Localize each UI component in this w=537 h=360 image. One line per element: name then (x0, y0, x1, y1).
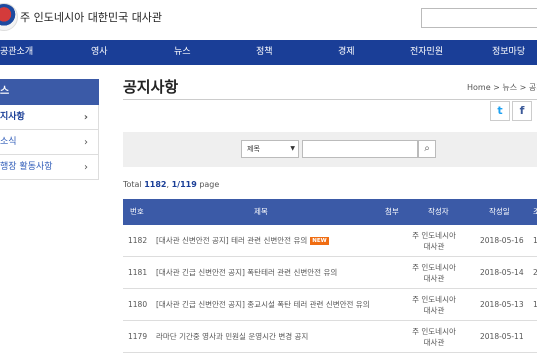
chevron-right-icon: › (84, 162, 88, 173)
nav-item-info[interactable]: 정보마당 (492, 40, 525, 65)
table-header: 번호 제목 첨부 작성자 작성일 조 (123, 199, 537, 225)
total-number: 1182 (144, 180, 167, 189)
search-field-select-value: 제목 (247, 145, 260, 153)
nav-item-e-civil[interactable]: 전자민원 (410, 40, 443, 65)
row-author: 주 인도네시아 대사관 (412, 231, 456, 251)
row-subject-text: [대사관 신변안전 공지] 테러 관련 신변안전 유의 (156, 236, 308, 245)
search-field-select[interactable]: 제목 ▼ (241, 140, 299, 158)
column-no: 번호 (130, 207, 144, 216)
column-hits: 조 (533, 207, 537, 216)
row-subject-link[interactable]: [대사관 신변안전 공지] 테러 관련 신변안전 유의 NEW (156, 225, 329, 257)
nav-item-policy[interactable]: 정책 (256, 40, 273, 65)
new-badge: NEW (310, 237, 329, 245)
embassy-logo[interactable] (0, 3, 18, 31)
nav-item-economy[interactable]: 경제 (338, 40, 355, 65)
row-subject-link[interactable]: [대사관 긴급 신변안전 공지] 종교시설 폭탄 테러 관련 신변안전 유의 (156, 289, 370, 321)
row-number: 1179 (128, 332, 148, 341)
nav-item-about[interactable]: 공관소개 (0, 40, 33, 65)
search-input[interactable] (302, 140, 418, 158)
twitter-icon[interactable]: t (490, 101, 510, 121)
row-hits: 2 (533, 268, 537, 277)
top-search-input[interactable] (421, 8, 537, 28)
site-title[interactable]: 주 인도네시아 대한민국 대사관 (20, 9, 162, 25)
row-subject-link[interactable]: [대사관 긴급 신변안전 공지] 폭탄테러 관련 신변안전 유의 (156, 257, 337, 289)
total-prefix: Total (123, 180, 145, 189)
sidebar-item-label: 지사항 (0, 112, 25, 122)
facebook-icon[interactable]: f (512, 101, 532, 121)
row-subject-link[interactable]: 라마단 기간중 영사과 민원실 운영시간 변경 공지 (156, 321, 308, 353)
row-author: 주 인도네시아 대사관 (412, 263, 456, 283)
sidebar-item-ambassador-activities[interactable]: 행장 활동사항 › (0, 155, 99, 180)
row-hits: 1 (533, 236, 537, 245)
column-author: 작성자 (428, 207, 449, 216)
table-row: 1182 [대사관 신변안전 공지] 테러 관련 신변안전 유의 NEW 주 인도… (123, 225, 537, 257)
row-number: 1182 (128, 236, 148, 245)
total-suffix: page (196, 180, 220, 189)
column-date: 작성일 (489, 207, 510, 216)
nav-item-news[interactable]: 뉴스 (174, 40, 191, 65)
sidebar-item-notice[interactable]: 지사항 › (0, 105, 99, 130)
sidebar-item-label: 행장 활동사항 (0, 162, 53, 172)
chevron-right-icon: › (84, 137, 88, 148)
row-date: 2018-05-13 (480, 300, 524, 309)
row-number: 1180 (128, 300, 148, 309)
sidebar-heading: 스 (0, 79, 99, 105)
nav-item-consular[interactable]: 영사 (91, 40, 108, 65)
breadcrumb: Home > 뉴스 > 공지 (467, 83, 537, 92)
row-author: 주 인도네시아 대사관 (412, 327, 456, 347)
column-file: 첨부 (385, 207, 399, 216)
table-row: 1179 라마단 기간중 영사과 민원실 운영시간 변경 공지 주 인도네시아 … (123, 321, 537, 353)
row-number: 1181 (128, 268, 148, 277)
page-title: 공지사항 (123, 78, 179, 96)
site-header: 주 인도네시아 대한민국 대사관 (0, 0, 537, 38)
total-count: Total 1182, 1/119 page (123, 180, 219, 189)
search-icon[interactable]: ⌕ (418, 140, 436, 158)
chevron-right-icon: › (83, 112, 88, 123)
sidebar-item-label: 소식 (0, 137, 17, 147)
table-row: 1180 [대사관 긴급 신변안전 공지] 종교시설 폭탄 테러 관련 신변안전… (123, 289, 537, 321)
column-subject: 제목 (254, 207, 268, 216)
main-nav: 공관소개 영사 뉴스 정책 경제 전자민원 정보마당 (0, 40, 537, 65)
row-author: 주 인도네시아 대사관 (412, 295, 456, 315)
row-date: 2018-05-14 (480, 268, 524, 277)
caret-down-icon: ▼ (290, 145, 295, 152)
table-row: 1181 [대사관 긴급 신변안전 공지] 폭탄테러 관련 신변안전 유의 주 … (123, 257, 537, 289)
row-date: 2018-05-16 (480, 236, 524, 245)
row-date: 2018-05-11 (480, 332, 524, 341)
total-page: 1/119 (171, 180, 197, 189)
sidebar-item-news[interactable]: 소식 › (0, 130, 99, 155)
row-hits: 1 (533, 300, 537, 309)
title-divider (123, 99, 537, 100)
